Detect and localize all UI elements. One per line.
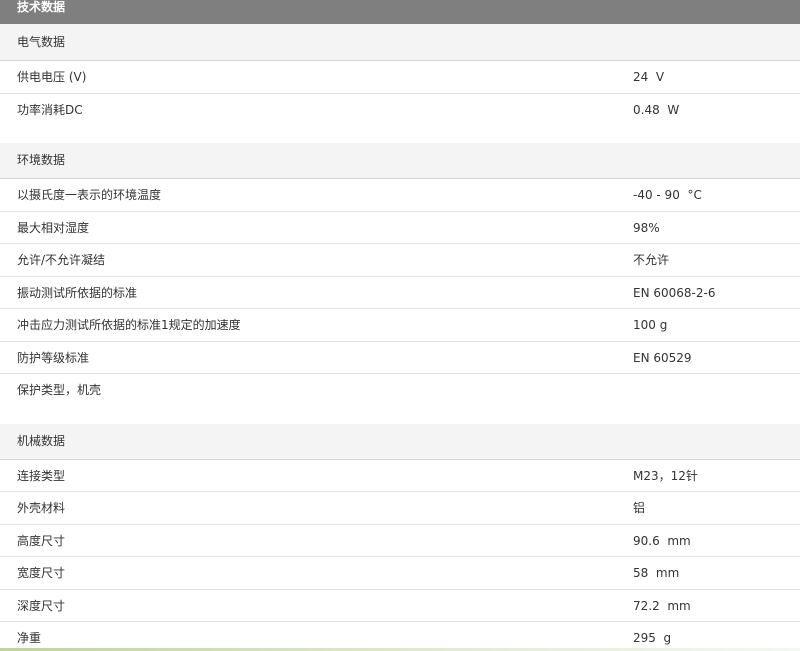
row-label: 振动测试所依据的标准 <box>17 285 138 300</box>
row-label: 供电电压 (V) <box>17 70 87 84</box>
row-value: 98% <box>633 220 660 235</box>
table-row: 连接类型 M23，12针 <box>0 460 800 492</box>
row-value: 铝 <box>633 501 646 515</box>
table-row: 保护类型，机壳 <box>0 374 800 407</box>
table-row: 深度尺寸 72.2 mm <box>0 590 800 622</box>
row-value: 58 mm <box>633 566 680 580</box>
row-label: 以摄氏度一表示的环境温度 <box>17 188 162 202</box>
row-label: 最大相对湿度 <box>17 220 90 235</box>
row-label: 冲击应力测试所依据的标准1规定的加速度 <box>17 318 241 332</box>
table-row: 防护等级标准 EN 60529 <box>0 342 800 374</box>
section-heading-environment: 环境数据 <box>0 143 800 179</box>
row-label: 保护类型，机壳 <box>17 383 102 397</box>
row-value: EN 60529 <box>633 350 692 365</box>
row-value: 不允许 <box>633 253 670 267</box>
tech-data-page: 技术数据 电气数据 供电电压 (V) 24 V 功率消耗DC 0.48 W 环境… <box>0 0 800 651</box>
section-heading-mechanical: 机械数据 <box>0 423 800 460</box>
row-label: 防护等级标准 <box>17 350 90 365</box>
row-value: 100 g <box>633 318 668 332</box>
table-row: 净重 295 g <box>0 622 800 651</box>
table-row: 最大相对湿度 98% <box>0 212 800 244</box>
row-value: 90.6 mm <box>633 533 691 548</box>
table-row: 功率消耗DC 0.48 W <box>0 94 800 127</box>
table-row: 宽度尺寸 58 mm <box>0 557 800 590</box>
row-label: 深度尺寸 <box>17 598 66 613</box>
row-value: 72.2 mm <box>633 598 691 613</box>
row-label: 外壳材料 <box>17 501 66 515</box>
row-value: M23，12针 <box>633 468 698 483</box>
row-value: 295 g <box>633 631 672 645</box>
table-row: 允许/不允许凝结 不允许 <box>0 244 800 277</box>
row-label: 允许/不允许凝结 <box>17 253 106 267</box>
row-label: 宽度尺寸 <box>17 566 66 580</box>
row-value: -40 - 90 °C <box>633 188 702 202</box>
table-row: 冲击应力测试所依据的标准1规定的加速度 100 g <box>0 309 800 342</box>
row-value: EN 60068-2-6 <box>633 285 716 300</box>
row-label: 高度尺寸 <box>17 533 66 548</box>
tech-data-title: 技术数据 <box>0 0 800 24</box>
row-value: 0.48 W <box>633 102 680 117</box>
row-label: 连接类型 <box>17 468 66 483</box>
table-row: 高度尺寸 90.6 mm <box>0 525 800 557</box>
table-row: 外壳材料 铝 <box>0 492 800 525</box>
section-heading-electrical: 电气数据 <box>0 24 800 61</box>
table-row: 以摄氏度一表示的环境温度 -40 - 90 °C <box>0 179 800 212</box>
row-label: 功率消耗DC <box>17 102 83 117</box>
row-value: 24 V <box>633 70 665 84</box>
table-row: 振动测试所依据的标准 EN 60068-2-6 <box>0 277 800 309</box>
table-row: 供电电压 (V) 24 V <box>0 61 800 94</box>
row-label: 净重 <box>17 631 42 645</box>
